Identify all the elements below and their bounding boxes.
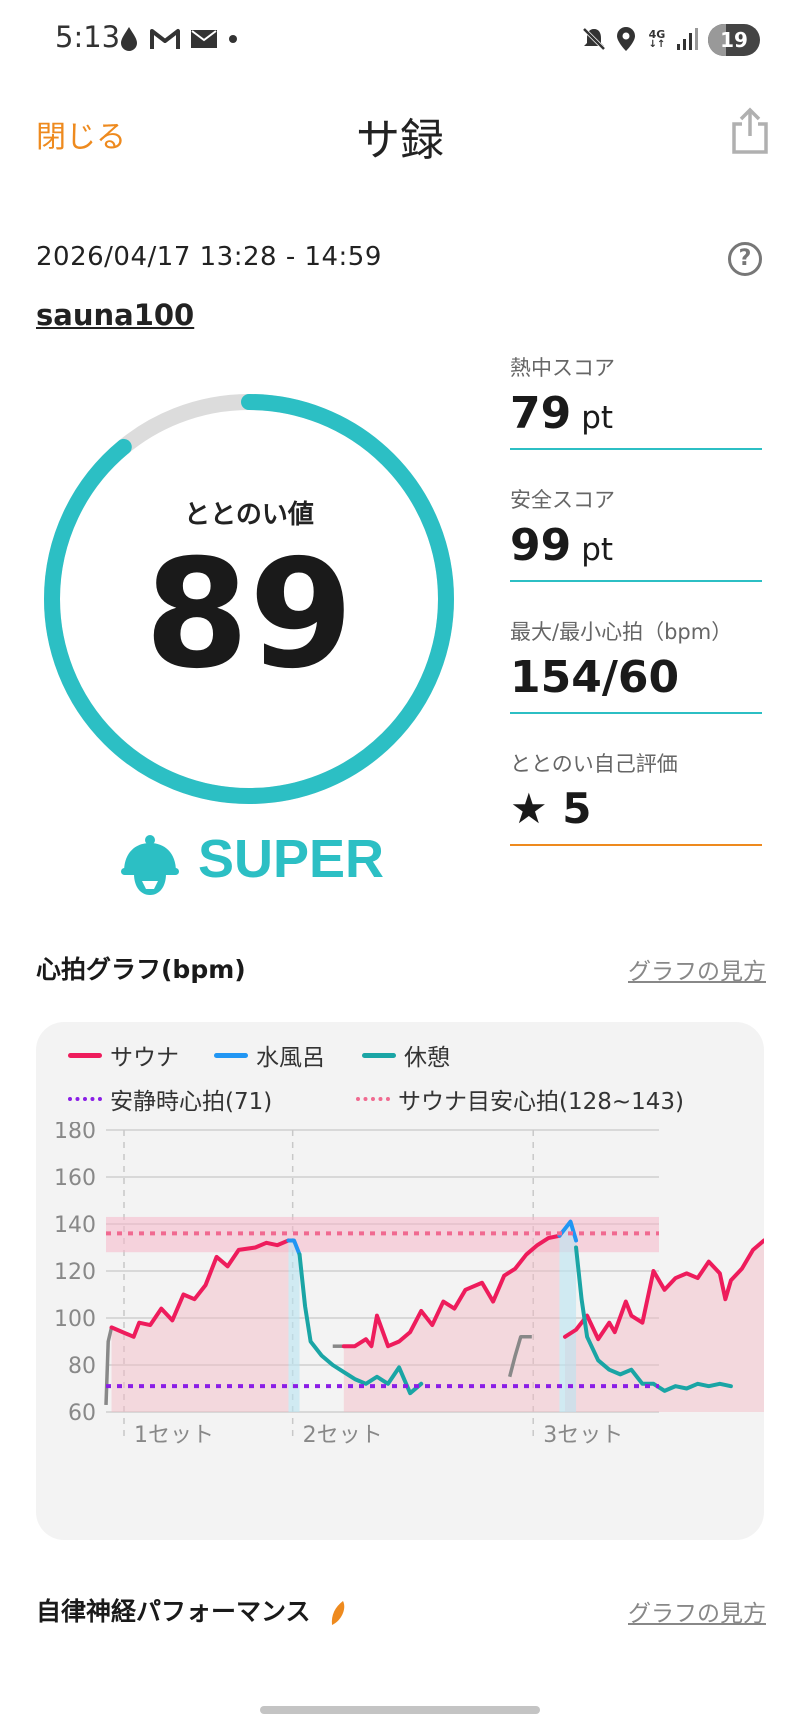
help-icon[interactable]: ?: [728, 242, 762, 276]
y-tick-label: 180: [54, 1122, 96, 1144]
anp-leaf-icon: [332, 1601, 345, 1625]
status-time: 5:13: [55, 20, 121, 54]
4g-icon: 4G ↓↑: [648, 27, 666, 50]
rating-label: SUPER: [198, 829, 385, 889]
legend-item-resting-hr: 安静時心拍(71): [68, 1082, 272, 1116]
heat-score-label: 熱中スコア: [510, 356, 615, 380]
safety-score-unit: pt: [581, 532, 614, 568]
legend-swatch: [362, 1052, 396, 1058]
legend-item-rest: 休憩: [362, 1038, 450, 1072]
set-label: 1セット: [134, 1423, 214, 1448]
y-tick-label: 140: [54, 1213, 96, 1238]
dot-icon: [226, 24, 240, 54]
anp-guide-link[interactable]: グラフの見方: [628, 1594, 766, 1628]
y-tick-label: 80: [68, 1354, 96, 1379]
page-title: サ録: [356, 115, 444, 166]
gmail-icon: [148, 24, 182, 54]
share-icon[interactable]: [728, 106, 772, 156]
y-tick-label: 100: [54, 1307, 96, 1332]
legend-swatch: [68, 1052, 102, 1058]
gauge-label: ととのい値: [184, 500, 314, 530]
legend-swatch: [356, 1097, 390, 1101]
signal-icon: [674, 24, 700, 54]
hr-graph-title: 心拍グラフ(bpm): [36, 955, 246, 984]
safety-score-label: 安全スコア: [510, 488, 615, 512]
set-label: 2セット: [303, 1423, 383, 1448]
legend-item-target-hr: サウナ目安心拍(128~143): [356, 1082, 684, 1116]
legend-swatch: [214, 1052, 248, 1058]
legend-swatch: [68, 1097, 102, 1101]
gauge-value: 89: [144, 528, 354, 702]
y-tick-label: 120: [54, 1260, 96, 1285]
hr-range-label: 最大/最小心拍（bpm）: [510, 620, 733, 644]
heat-score-value: 79 pt: [510, 388, 614, 439]
divider: [510, 844, 762, 846]
divider: [510, 580, 762, 582]
transition-line: [104, 1326, 114, 1406]
hr-graph-guide-link[interactable]: グラフの見方: [628, 952, 766, 986]
hr-chart: 60 80 100 120 140 160 180 1セット 2セット 3セット: [54, 1122, 764, 1448]
anp-title: 自律神経パフォーマンス: [36, 1592, 347, 1628]
legend-item-cold-bath: 水風呂: [214, 1038, 325, 1072]
gesture-nav-handle[interactable]: [260, 1706, 540, 1714]
legend-item-sauna: サウナ: [68, 1038, 179, 1072]
battery-icon: 19: [708, 24, 760, 56]
cold-bath-area: [559, 1221, 577, 1412]
facility-link[interactable]: sauna100: [36, 298, 194, 332]
self-rating-value: ★ 5: [510, 784, 592, 833]
set-label: 3セット: [543, 1423, 623, 1448]
status-bar: 5:13 4G ↓↑ 19: [0, 0, 800, 80]
y-tick-label: 60: [68, 1401, 96, 1426]
safety-score-value: 99 pt: [510, 520, 614, 571]
battery-level: 19: [720, 28, 748, 52]
divider: [510, 448, 762, 450]
y-tick-label: 160: [54, 1166, 96, 1191]
heat-score-unit: pt: [581, 400, 614, 436]
mail-icon: [188, 24, 220, 54]
drop-icon: [118, 24, 140, 54]
divider: [510, 712, 762, 714]
mute-icon: [580, 24, 608, 54]
location-icon: [614, 24, 638, 54]
self-rating-label: ととのい自己評価: [510, 752, 678, 776]
mascot-icon: [120, 834, 180, 898]
session-datetime: 2026/04/17 13:28 - 14:59: [36, 242, 382, 272]
hr-range-value: 154/60: [510, 652, 680, 703]
